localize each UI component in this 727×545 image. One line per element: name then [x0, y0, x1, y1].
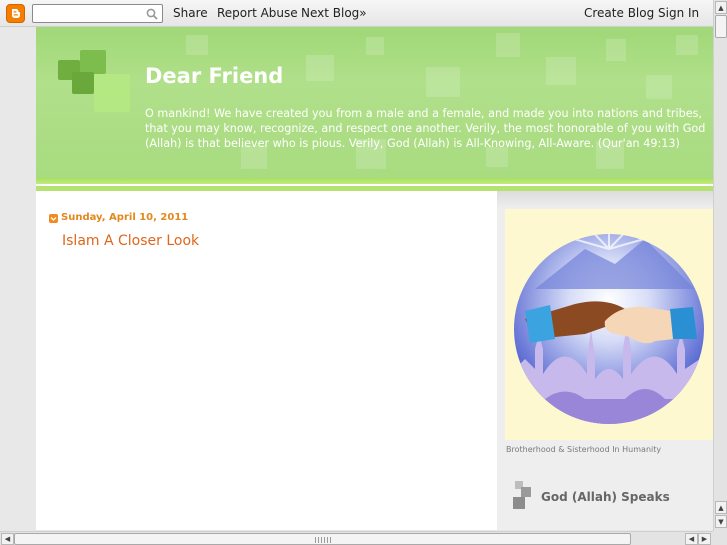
handshake-image [505, 209, 713, 440]
search-icon[interactable] [144, 6, 160, 21]
next-blog-link[interactable]: Next Blog» [301, 6, 367, 20]
image-caption: Brotherhood & Sisterhood In Humanity [506, 445, 662, 454]
date-header: Sunday, April 10, 2011 [61, 212, 189, 223]
blog-description: O mankind! We have created you from a ma… [145, 107, 706, 150]
blog-page: Dear Friend O mankind! We have created y… [36, 27, 713, 530]
vertical-scroll-thumb[interactable] [715, 15, 727, 38]
widget-squares-icon [513, 481, 533, 511]
scroll-down-button[interactable]: ▼ [715, 515, 727, 528]
report-abuse-link[interactable]: Report Abuse [217, 6, 298, 20]
header-logo-squares [58, 50, 130, 120]
horizontal-scroll-thumb[interactable] [14, 533, 631, 545]
scroll-corner [713, 531, 727, 545]
blog-header: Dear Friend O mankind! We have created y… [36, 27, 713, 184]
share-link[interactable]: Share [173, 6, 208, 20]
scroll-left-button[interactable]: ◀ [1, 533, 14, 545]
widget-title: God (Allah) Speaks [541, 490, 670, 504]
scroll-left-button-right[interactable]: ◀ [685, 533, 698, 545]
blogger-icon[interactable] [6, 4, 25, 23]
scroll-grip [315, 537, 333, 543]
scroll-up-button-lower[interactable]: ▲ [715, 501, 727, 514]
scroll-up-button[interactable]: ▲ [715, 1, 727, 14]
vertical-scrollbar[interactable]: ▲ ▲ ▼ [713, 0, 727, 531]
horizontal-scrollbar[interactable]: ◀ ◀ ▶ [0, 531, 713, 545]
blog-title[interactable]: Dear Friend [145, 64, 283, 88]
sign-in-link[interactable]: Sign In [658, 6, 699, 20]
sidebar-shadow [497, 191, 713, 209]
scroll-right-button[interactable]: ▶ [698, 533, 711, 545]
create-blog-link[interactable]: Create Blog [584, 6, 654, 20]
blogger-navbar: Share Report Abuse Next Blog» Create Blo… [0, 0, 713, 27]
date-bullet-icon [49, 214, 58, 223]
post-title[interactable]: Islam A Closer Look [62, 233, 199, 249]
search-input[interactable] [32, 4, 163, 23]
header-stripe [36, 178, 713, 184]
sidebar: Brotherhood & Sisterhood In Humanity God… [497, 191, 713, 530]
